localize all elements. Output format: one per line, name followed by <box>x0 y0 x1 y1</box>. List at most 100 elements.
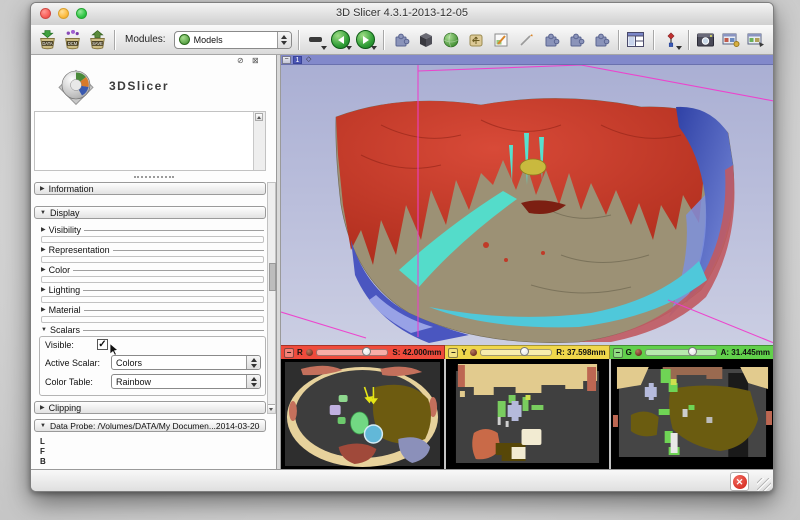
screenshot-button[interactable] <box>695 28 717 52</box>
collapse-triangle-icon: ▶ <box>41 227 46 233</box>
transforms-module-button[interactable] <box>465 28 487 52</box>
slider-handle[interactable] <box>362 347 371 356</box>
section-clipping[interactable]: ▶ Clipping <box>34 401 266 414</box>
splitter-handle[interactable] <box>134 176 174 181</box>
slice-collapse-button[interactable]: − <box>613 348 623 358</box>
layout-selector-button[interactable] <box>625 28 647 52</box>
module-puzzle-button-4[interactable] <box>590 28 612 52</box>
data-module-button[interactable] <box>415 28 437 52</box>
module-panel-toggle-button[interactable] <box>305 28 327 52</box>
scene-view-icon <box>721 31 740 48</box>
sagittal-slice-canvas[interactable] <box>446 359 609 469</box>
slice-controller-bars: − R S: 42.000mm − Y R: 37.598mm − G <box>281 345 774 359</box>
error-icon: ✕ <box>733 475 747 489</box>
dicom-button[interactable]: DCM <box>61 28 83 52</box>
active-scalar-label: Active Scalar: <box>45 358 100 368</box>
data-probe-header[interactable]: ▼ Data Probe: /Volumes/DATA/My Documen..… <box>34 419 266 432</box>
visible-checkbox[interactable]: ✓ <box>97 339 108 350</box>
color-table-select[interactable]: Rainbow <box>111 374 261 389</box>
load-data-icon: DATA <box>37 30 58 50</box>
orientation-letter: L <box>40 437 45 446</box>
view3d-controller-bar: − 1 ◇ <box>281 55 774 65</box>
load-data-button[interactable]: DATA <box>36 28 58 52</box>
editor-icon <box>492 31 510 49</box>
slice-viewports <box>281 359 774 469</box>
crosshair-button[interactable] <box>660 28 682 52</box>
history-back-button[interactable] <box>330 28 352 52</box>
slice-letter: R <box>297 348 303 357</box>
section-visibility[interactable]: ▶ Visibility <box>41 224 264 235</box>
scene-view-capture-button[interactable] <box>720 28 742 52</box>
window-title: 3D Slicer 4.3.1-2013-12-05 <box>31 7 773 19</box>
section-lighting[interactable]: ▶ Lighting <box>41 284 264 295</box>
panel-close-icon[interactable]: ⊠ <box>252 56 259 65</box>
section-representation[interactable]: ▶ Representation <box>41 244 264 255</box>
scroll-down-icon[interactable] <box>268 404 275 413</box>
history-forward-button[interactable] <box>355 28 377 52</box>
error-log-button[interactable]: ✕ <box>730 472 749 491</box>
scrollbar-thumb[interactable] <box>269 263 276 291</box>
panel-popout-icon[interactable]: ⊘ <box>237 56 244 65</box>
slice-pin-icon[interactable] <box>470 349 477 356</box>
panel-toggle-icon <box>309 37 322 42</box>
slice-pin-icon[interactable] <box>635 349 642 356</box>
section-scalars[interactable]: ▼ Scalars <box>41 324 264 335</box>
section-information[interactable]: ▶ Information <box>34 182 266 195</box>
models-module-button[interactable] <box>440 28 462 52</box>
scene-view-restore-button[interactable] <box>745 28 767 52</box>
view3d-collapse-button[interactable]: − <box>282 56 291 64</box>
scroll-up-icon[interactable] <box>255 113 263 121</box>
title-bar: 3D Slicer 4.3.1-2013-12-05 <box>31 3 773 26</box>
section-display[interactable]: ▼ Display <box>34 206 266 219</box>
listbox-scrollbar[interactable] <box>253 112 265 170</box>
combo-stepper-icon <box>246 356 260 369</box>
green-slice-bar: − G A: 31.445mm <box>610 345 774 359</box>
slice-pin-icon[interactable] <box>306 349 313 356</box>
red-slice-bar: − R S: 42.000mm <box>281 345 445 359</box>
ruler-pencil-icon <box>517 31 535 49</box>
slicer-logo-text: 3DSlicer <box>109 79 169 93</box>
section-color[interactable]: ▶ Color <box>41 264 264 275</box>
slider-handle[interactable] <box>520 347 529 356</box>
view3d-pin-icon[interactable]: ◇ <box>306 55 311 64</box>
slice-offset-slider[interactable] <box>480 349 553 356</box>
module-selector-value: Models <box>194 35 277 45</box>
editor-module-button[interactable] <box>490 28 512 52</box>
view3d-viewport[interactable]: − 1 ◇ <box>281 55 774 345</box>
collapse-triangle-icon: ▼ <box>40 423 46 429</box>
annotations-module-button[interactable] <box>515 28 537 52</box>
desktop: 3D Slicer 4.3.1-2013-12-05 DATA DCM <box>0 0 800 520</box>
save-icon: SAVE <box>87 30 108 50</box>
module-puzzle-button-3[interactable] <box>565 28 587 52</box>
panel-scrollbar[interactable] <box>267 182 276 414</box>
section-material[interactable]: ▶ Material <box>41 304 264 315</box>
resize-grip[interactable] <box>757 478 771 492</box>
red-slice-viewport[interactable] <box>281 359 446 469</box>
module-list-box <box>34 111 266 171</box>
axial-slice-canvas[interactable] <box>281 359 444 469</box>
active-scalar-select[interactable]: Colors <box>111 355 261 370</box>
slice-offset-slider[interactable] <box>645 349 717 356</box>
save-button[interactable]: SAVE <box>86 28 108 52</box>
puzzle-icon <box>392 31 410 49</box>
yellow-slice-bar: − Y R: 37.598mm <box>445 345 609 359</box>
collapse-triangle-icon: ▶ <box>41 307 46 313</box>
green-slice-viewport[interactable] <box>611 359 774 469</box>
puzzle-icon <box>567 31 585 49</box>
view3d-canvas[interactable] <box>281 65 774 345</box>
collapse-triangle-icon: ▶ <box>40 405 45 411</box>
collapse-triangle-icon: ▶ <box>41 287 46 293</box>
module-panel: ⊘ ⊠ 3DSlicer ▶ Information ▼ Display <box>31 55 277 469</box>
models-module-icon <box>179 34 190 45</box>
slider-handle[interactable] <box>688 347 697 356</box>
slice-collapse-button[interactable]: − <box>448 348 458 358</box>
modules-label: Modules: <box>125 34 166 45</box>
slice-offset-slider[interactable] <box>316 349 389 356</box>
slice-collapse-button[interactable]: − <box>284 348 294 358</box>
orientation-letter: B <box>40 457 46 466</box>
module-puzzle-button-1[interactable] <box>390 28 412 52</box>
module-puzzle-button-2[interactable] <box>540 28 562 52</box>
coronal-slice-canvas[interactable] <box>611 359 774 469</box>
module-selector[interactable]: Models <box>174 31 292 49</box>
yellow-slice-viewport[interactable] <box>446 359 611 469</box>
